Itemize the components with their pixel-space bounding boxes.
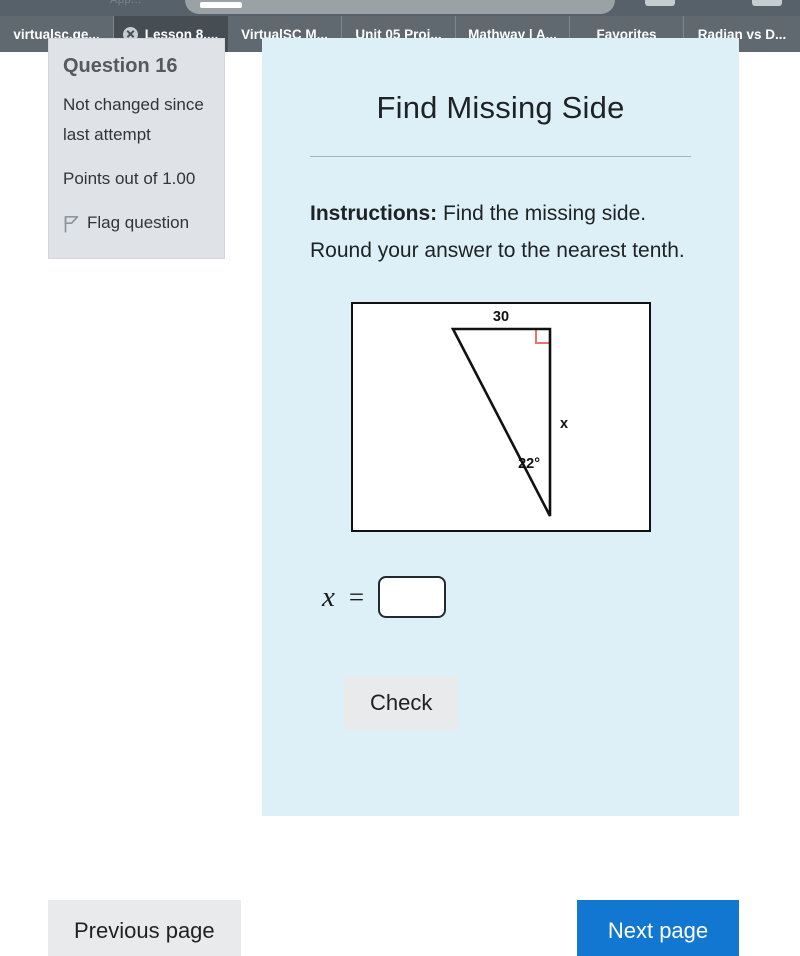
instructions-label: Instructions: xyxy=(310,202,438,225)
right-angle-marker xyxy=(534,329,550,344)
answer-variable-label: x xyxy=(322,580,335,613)
flag-question-label: Flag question xyxy=(87,213,190,232)
answer-equals-sign: = xyxy=(348,581,365,612)
toolbar-button-right[interactable] xyxy=(752,0,782,6)
question-card: Find Missing Side Instructions: Find the… xyxy=(262,38,739,816)
toolbar-button-left[interactable] xyxy=(645,0,675,6)
question-status-text: Not changed since last attempt xyxy=(63,95,204,144)
answer-input[interactable] xyxy=(378,576,447,618)
address-bar-highlight xyxy=(200,2,242,8)
instructions-text: Instructions: Find the missing side. Rou… xyxy=(310,195,691,269)
address-bar[interactable] xyxy=(185,0,615,14)
triangle-diagram-svg: 30 x 22° xyxy=(450,309,568,517)
next-page-button[interactable]: Next page xyxy=(577,900,739,956)
page-title: Find Missing Side xyxy=(376,90,625,125)
question-number-heading: Question 16 xyxy=(63,55,178,77)
triangle-vertical-side-label: x xyxy=(559,416,567,432)
screen-root: App... virtualsc.ge... Lesson 8.... Virt… xyxy=(0,0,800,956)
triangle-figure: 30 x 22° xyxy=(350,302,651,532)
previous-page-button[interactable]: Previous page xyxy=(48,900,241,956)
question-info-panel: Question 16 Not changed since last attem… xyxy=(48,38,225,259)
triangle-angle-label: 22° xyxy=(518,456,540,472)
browser-app-label: App... xyxy=(110,0,142,6)
figure-container: 30 x 22° xyxy=(310,302,691,532)
triangle-outline xyxy=(450,327,551,517)
question-points-text: Points out of 1.00 xyxy=(63,169,196,188)
check-button[interactable]: Check xyxy=(344,676,459,730)
page-body: Question 16 Not changed since last attem… xyxy=(0,38,800,956)
browser-toolbar: App... xyxy=(0,0,800,16)
title-divider xyxy=(310,156,691,157)
triangle-top-side-label: 30 xyxy=(492,309,508,325)
flag-icon xyxy=(63,214,80,244)
answer-row: x = xyxy=(322,576,691,618)
flag-question-link[interactable]: Flag question xyxy=(63,208,210,244)
